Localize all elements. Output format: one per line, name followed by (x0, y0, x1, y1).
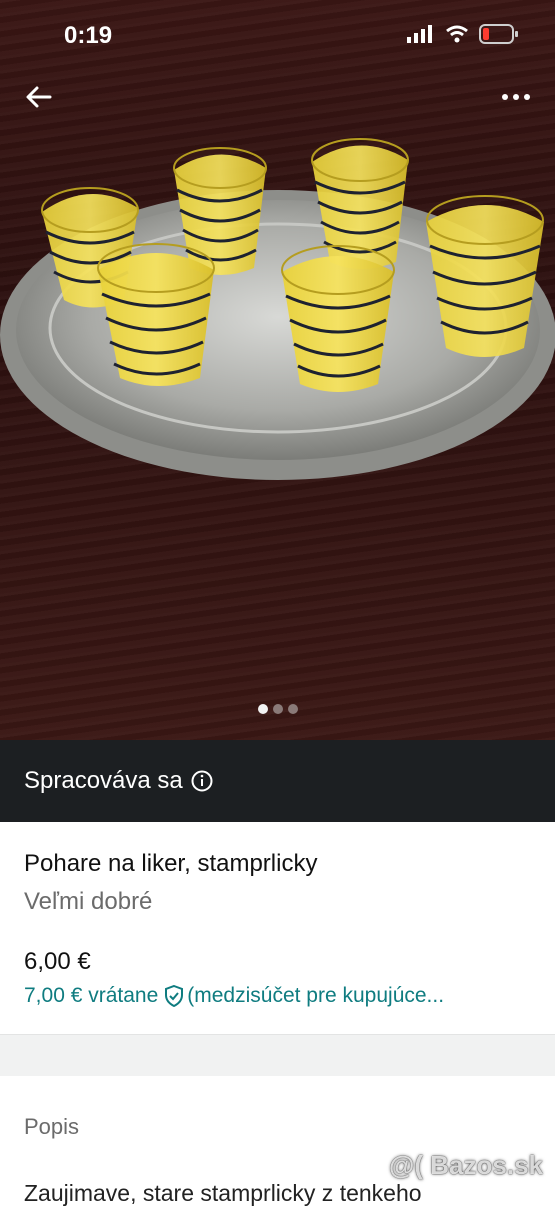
photo-illustration (0, 138, 555, 480)
info-icon[interactable] (191, 770, 213, 792)
watermark-logo: @( Bazos.sk (389, 1150, 543, 1180)
processing-banner: Spracováva sa (0, 740, 555, 822)
battery-low-icon (479, 24, 518, 44)
item-title: Pohare na liker, stamprlicky (24, 850, 318, 877)
fee-note: (medzisúčet pre kupujúce... (187, 984, 445, 1007)
signal-icon (407, 25, 432, 43)
item-price: 6,00 € (24, 948, 91, 975)
item-photo[interactable]: 0:19 (0, 0, 555, 740)
banner-text: Spracováva sa (24, 767, 183, 794)
description-section: Popis Zaujimave, stare stamprlicky z ten… (0, 1076, 555, 1206)
item-details: Pohare na liker, stamprlicky Veľmi dobré… (0, 822, 555, 1034)
more-options-icon[interactable] (499, 82, 533, 112)
status-bar: 0:19 (0, 0, 555, 70)
description-heading: Popis (24, 1114, 80, 1139)
status-icons (407, 24, 519, 44)
price-with-fee: 7,00 € vrátane (24, 984, 159, 1007)
pagination-dot-3[interactable] (287, 704, 298, 714)
price-with-fee-link[interactable]: 7,00 € vrátane (medzisúčet pre kupujúce.… (24, 984, 444, 1008)
glass-4 (426, 195, 544, 357)
glass-6 (281, 245, 395, 392)
back-arrow-icon[interactable] (22, 80, 56, 114)
description-text: Zaujimave, stare stamprlicky z tenkeho (24, 1180, 422, 1206)
pagination-dot-2[interactable] (272, 704, 283, 714)
gallery-pagination[interactable] (0, 704, 555, 714)
pagination-dot-1[interactable] (257, 704, 268, 714)
status-time: 0:19 (64, 22, 113, 49)
glass-5 (97, 243, 215, 386)
section-divider (0, 1034, 555, 1077)
shield-check-icon (165, 985, 184, 1007)
item-condition: Veľmi dobré (24, 888, 153, 915)
wifi-icon (446, 25, 468, 43)
